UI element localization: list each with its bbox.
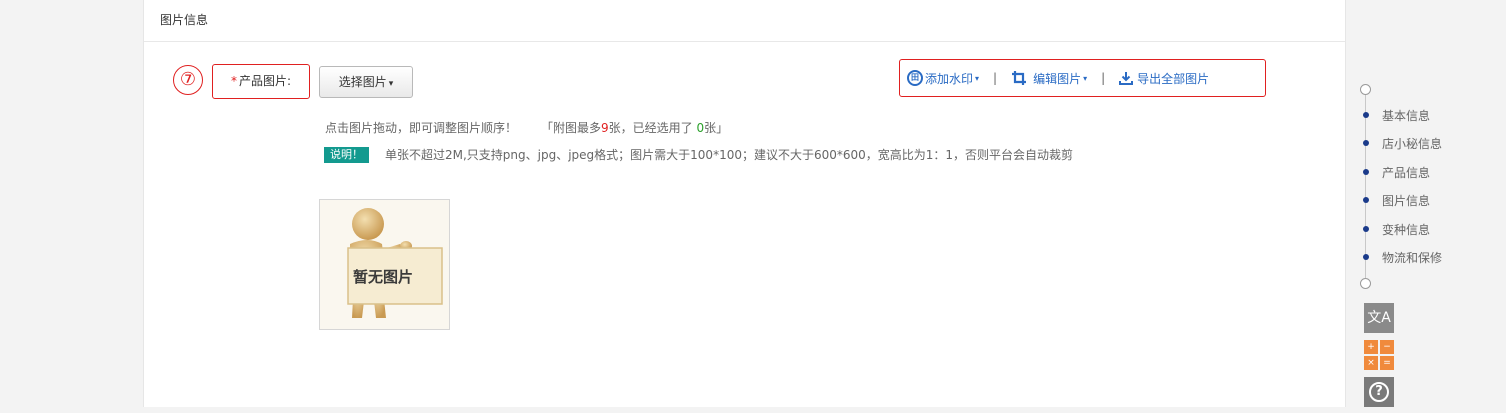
chevron-down-icon: ▾ bbox=[388, 79, 394, 89]
chevron-down-icon: ▾ bbox=[975, 73, 980, 83]
watermark-icon: 田 bbox=[907, 70, 923, 86]
nav-item-variant-info[interactable]: 变种信息 bbox=[1360, 221, 1430, 237]
image-info-panel: 图片信息 ⑦ * 产品图片: 选择图片 ▾ 田 添加水印 ▾ | 编辑图片 ▾ | bbox=[143, 0, 1346, 407]
product-image-label-text: 产品图片: bbox=[238, 74, 292, 88]
drag-tip-text: 点击图片拖动，即可调整图片顺序！ bbox=[325, 121, 518, 135]
export-all-images-button[interactable]: 导出全部图片 bbox=[1119, 70, 1209, 87]
nav-item-dxm-info[interactable]: 店小秘信息 bbox=[1360, 135, 1442, 151]
toolbar-divider: | bbox=[1101, 71, 1106, 85]
download-icon bbox=[1119, 72, 1134, 85]
used-image-count: 0 bbox=[696, 121, 705, 135]
count-middle: 张，已经选用了 bbox=[608, 121, 697, 135]
nav-start-circle bbox=[1360, 84, 1371, 95]
image-requirements-note: 说明！ 单张不超过2M,只支持png、jpg、jpeg格式；图片需大于100*1… bbox=[324, 146, 1073, 163]
section-title: 图片信息 bbox=[160, 13, 209, 27]
product-image-label: * 产品图片: bbox=[212, 64, 310, 99]
drag-hint: 点击图片拖动，即可调整图片顺序！ 「附图最多9张，已经选用了 0张」 bbox=[325, 119, 728, 136]
nav-item-basic-info[interactable]: 基本信息 bbox=[1360, 107, 1430, 123]
image-toolbar: 田 添加水印 ▾ | 编辑图片 ▾ | 导出全部图片 bbox=[899, 59, 1266, 97]
translate-icon[interactable]: 文A bbox=[1364, 303, 1394, 333]
select-image-button-label: 选择图片 bbox=[338, 75, 387, 89]
edit-image-button[interactable]: 编辑图片 ▾ bbox=[1011, 70, 1087, 87]
crop-icon bbox=[1012, 71, 1027, 85]
chevron-down-icon: ▾ bbox=[1083, 73, 1088, 83]
max-image-count: 9 bbox=[601, 121, 609, 135]
panel-header: 图片信息 bbox=[144, 0, 1345, 42]
count-prefix: 「附图最多 bbox=[541, 121, 602, 135]
figure-holding-sign-icon bbox=[347, 208, 443, 318]
toolbar-divider: | bbox=[993, 71, 998, 85]
note-text: 单张不超过2M,只支持png、jpg、jpeg格式；图片需大于100*100；建… bbox=[385, 148, 1074, 162]
nav-end-circle bbox=[1360, 278, 1371, 289]
nav-item-logistics-warranty[interactable]: 物流和保修 bbox=[1360, 249, 1442, 265]
edit-image-label: 编辑图片 bbox=[1033, 71, 1082, 86]
export-all-images-label: 导出全部图片 bbox=[1137, 71, 1210, 86]
nav-item-product-info[interactable]: 产品信息 bbox=[1360, 164, 1430, 180]
calculator-icon[interactable]: + − × = bbox=[1364, 340, 1394, 370]
add-watermark-button[interactable]: 田 添加水印 ▾ bbox=[907, 70, 979, 87]
add-watermark-label: 添加水印 bbox=[925, 71, 974, 86]
count-suffix: 张」 bbox=[704, 121, 729, 135]
select-image-button[interactable]: 选择图片 ▾ bbox=[319, 66, 413, 98]
help-icon[interactable]: ? bbox=[1364, 377, 1394, 407]
image-placeholder[interactable]: 暂无图片 bbox=[319, 199, 450, 330]
required-mark: * bbox=[230, 74, 237, 88]
no-image-text: 暂无图片 bbox=[353, 268, 414, 286]
step-marker: ⑦ bbox=[173, 65, 203, 95]
note-badge: 说明！ bbox=[324, 146, 369, 163]
nav-item-image-info[interactable]: 图片信息 bbox=[1360, 192, 1430, 208]
